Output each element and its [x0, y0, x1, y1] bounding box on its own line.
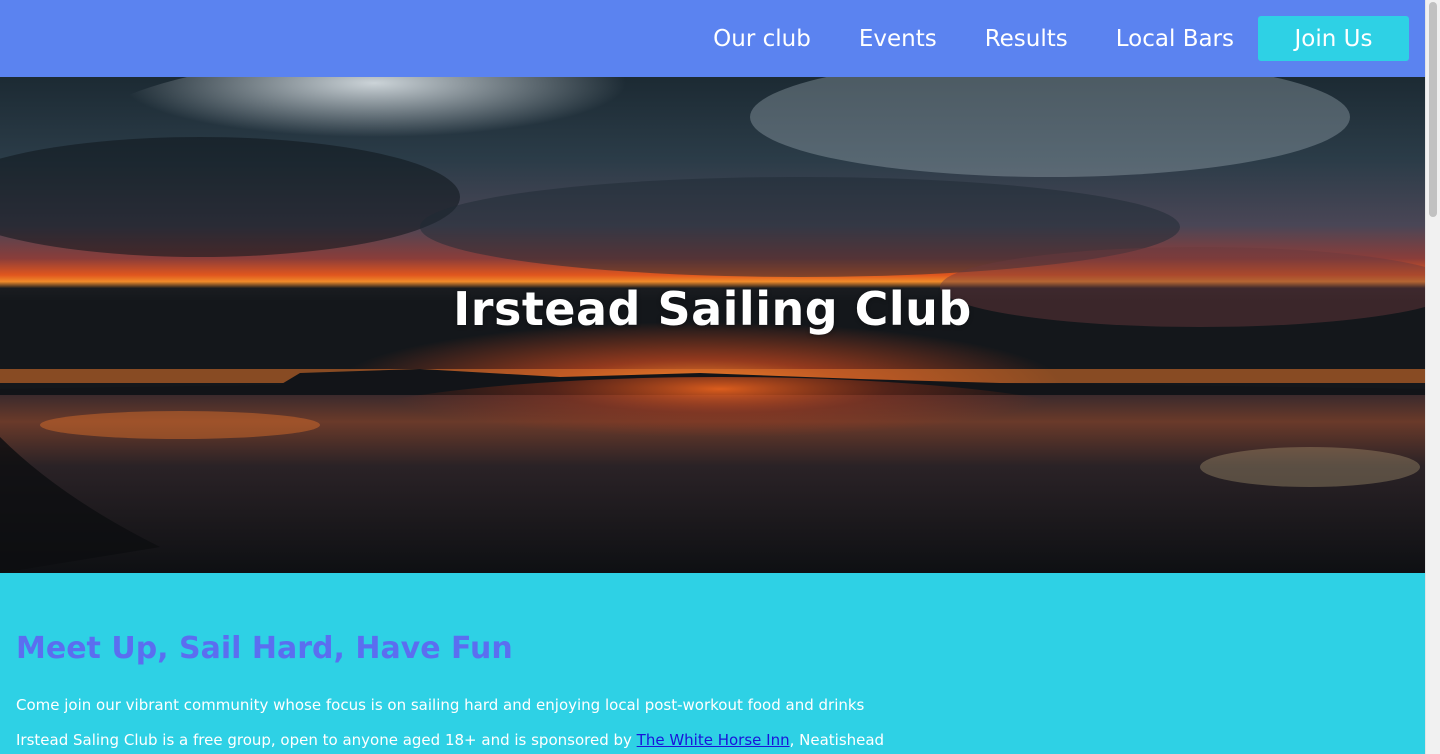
nav-link-our-club[interactable]: Our club	[713, 26, 811, 52]
sponsor-text-prefix: Irstead Saling Club is a free group, ope…	[16, 731, 637, 749]
white-horse-inn-link[interactable]: The White Horse Inn	[637, 731, 790, 749]
hero-banner: Irstead Sailing Club	[0, 77, 1425, 573]
nav-link-local-bars[interactable]: Local Bars	[1116, 26, 1234, 52]
nav-link-events[interactable]: Events	[859, 26, 937, 52]
scrollbar-thumb[interactable]	[1429, 2, 1437, 217]
page-scrollbar[interactable]	[1425, 0, 1440, 754]
nav-link-results[interactable]: Results	[985, 26, 1068, 52]
top-navbar: Our club Events Results Local Bars Join …	[0, 0, 1425, 77]
sponsor-paragraph: Irstead Saling Club is a free group, ope…	[16, 731, 884, 749]
sponsor-text-suffix: , Neatishead	[789, 731, 885, 749]
section-heading: Meet Up, Sail Hard, Have Fun	[16, 631, 513, 666]
intro-section: Meet Up, Sail Hard, Have Fun Come join o…	[0, 573, 1425, 754]
hero-title: Irstead Sailing Club	[453, 282, 972, 336]
join-us-button[interactable]: Join Us	[1258, 16, 1409, 61]
page: Our club Events Results Local Bars Join …	[0, 0, 1425, 754]
intro-paragraph: Come join our vibrant community whose fo…	[16, 696, 865, 714]
nav-links: Our club Events Results Local Bars Join …	[713, 16, 1409, 61]
